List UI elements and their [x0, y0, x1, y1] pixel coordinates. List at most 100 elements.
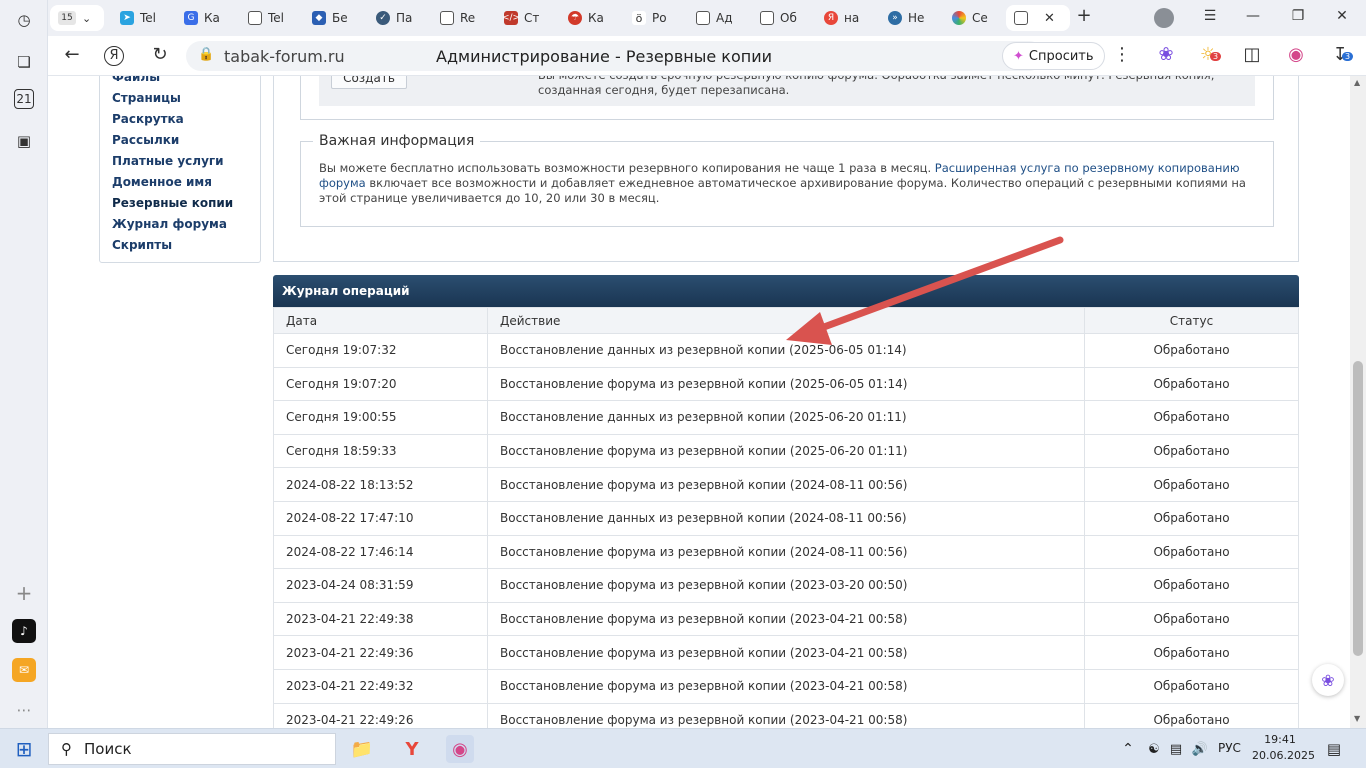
kaleidoscope-icon: G: [184, 11, 198, 25]
create-fieldset: Создать Вы можете создать срочную резерв…: [300, 76, 1274, 120]
page-icon: [440, 11, 454, 25]
ask-button[interactable]: ✦ Спросить: [1002, 42, 1105, 70]
row-status: Обработано: [1084, 433, 1299, 469]
close-window-icon[interactable]: ✕: [1330, 8, 1354, 24]
color-wheel-icon: [952, 11, 966, 25]
tab-8[interactable]: ☂ Ка: [560, 5, 622, 31]
column-action: Действие: [487, 307, 1085, 334]
collections-icon[interactable]: ❏: [12, 50, 36, 74]
menu-icon[interactable]: ☰: [1198, 8, 1222, 24]
tab-14[interactable]: Се: [944, 5, 1006, 31]
drop-app-icon[interactable]: ◉: [446, 735, 474, 763]
page-content: Файлы Страницы Раскрутка Рассылки Платны…: [48, 76, 1350, 728]
row-date: 2024-08-22 18:13:52: [273, 467, 488, 502]
mail-icon[interactable]: ✉: [12, 658, 36, 682]
umbrella-icon: ☂: [568, 11, 582, 25]
table-row: 2024-08-22 17:47:10 Восстановление данных…: [273, 500, 1299, 536]
calendar-icon[interactable]: 21: [14, 89, 34, 109]
create-backup-button[interactable]: Создать: [331, 76, 407, 89]
extensions-icon[interactable]: ◫: [1240, 44, 1264, 65]
brain-extension-icon[interactable]: ❀: [1154, 44, 1178, 65]
tab-11[interactable]: Об: [752, 5, 814, 31]
download-icon[interactable]: ↧ 3: [1328, 44, 1354, 65]
tab-9[interactable]: ö Ро: [624, 5, 686, 31]
important-info-legend: Важная информация: [313, 133, 481, 149]
tab-2[interactable]: G Ка: [176, 5, 238, 31]
floating-assistant-icon[interactable]: ❀: [1312, 664, 1344, 696]
row-action: Восстановление данных из резервной копии…: [487, 333, 1085, 368]
profile-avatar-icon[interactable]: [1154, 8, 1174, 28]
row-status: Обработано: [1084, 366, 1299, 402]
notifications-icon[interactable]: ▤: [1320, 735, 1348, 763]
log-title: Журнал операций: [273, 275, 1299, 307]
taskbar-search[interactable]: ⚲ Поиск: [48, 733, 336, 765]
back-arrow-icon[interactable]: ←: [60, 44, 84, 65]
sidebar-item-mailings[interactable]: Рассылки: [112, 133, 179, 147]
tab-4[interactable]: ◆ Бе: [304, 5, 366, 31]
scroll-down-icon[interactable]: ▼: [1354, 714, 1360, 723]
tab-label: Ро: [652, 11, 667, 25]
row-action: Восстановление форума из резервной копии…: [487, 433, 1085, 469]
yandex-home-icon[interactable]: Я: [104, 46, 124, 66]
tab-13[interactable]: » Не: [880, 5, 942, 31]
tiktok-icon[interactable]: ♪: [12, 619, 36, 643]
tab-3[interactable]: Tel: [240, 5, 302, 31]
new-tab-icon[interactable]: +: [1072, 5, 1096, 26]
page-scrollbar[interactable]: ▲ ▼: [1350, 76, 1366, 728]
taskbar-clock[interactable]: 19:41 20.06.2025: [1252, 732, 1315, 764]
more-icon[interactable]: ⋯: [12, 698, 36, 722]
sidebar-item-backups[interactable]: Резервные копии: [112, 196, 233, 210]
url-text: tabak-forum.ru: [224, 47, 345, 66]
row-action: Восстановление форума из резервной копии…: [487, 601, 1085, 637]
tab-6[interactable]: Re: [432, 5, 494, 31]
minimize-icon[interactable]: —: [1241, 8, 1265, 24]
tab-12[interactable]: Яна: [816, 5, 878, 31]
column-date: Дата: [273, 307, 488, 334]
reload-icon[interactable]: ↻: [148, 44, 172, 65]
close-tab-icon[interactable]: ✕: [1044, 11, 1055, 26]
row-date: 2023-04-21 22:49:36: [273, 635, 488, 670]
alice-icon: ✦: [1013, 48, 1024, 64]
tab-label: Ад: [716, 11, 733, 25]
sidebar-item-paid-services[interactable]: Платные услуги: [112, 154, 224, 168]
yandex-icon: Я: [824, 11, 838, 25]
address-bar[interactable]: 🔒 tabak-forum.ru Администрирование - Рез…: [186, 41, 1044, 71]
sidebar-item-forum-log[interactable]: Журнал форума: [112, 217, 227, 231]
table-row: Сегодня 19:07:20 Восстановление форума из…: [273, 366, 1299, 402]
scroll-up-icon[interactable]: ▲: [1354, 78, 1360, 87]
volume-icon[interactable]: 🔊: [1186, 735, 1214, 763]
row-action: Восстановление форума из резервной копии…: [487, 635, 1085, 670]
row-action: Восстановление форума из резервной копии…: [487, 366, 1085, 402]
sidebar-item-promotion[interactable]: Раскрутка: [112, 112, 184, 126]
log-table: Дата Действие Статус Сегодня 19:07:32 Вос…: [273, 307, 1299, 728]
important-info-fieldset: Важная информация Вы можете бесплатно ис…: [300, 133, 1274, 227]
yandex-browser-icon[interactable]: Y: [398, 735, 426, 763]
drop-extension-icon[interactable]: ◉: [1284, 44, 1308, 65]
more-vert-icon[interactable]: ⋮: [1110, 44, 1134, 65]
history-icon[interactable]: ◷: [12, 8, 36, 32]
info-text-part: включает все возможности и добавляет еже…: [319, 176, 1246, 205]
restore-icon[interactable]: ❐: [1286, 8, 1310, 24]
add-panel-icon[interactable]: +: [12, 581, 36, 605]
sidebar-item-pages[interactable]: Страницы: [112, 91, 181, 105]
language-indicator[interactable]: РУС: [1218, 741, 1241, 755]
tab-5[interactable]: ✓ Па: [368, 5, 430, 31]
scrollbar-thumb[interactable]: [1353, 361, 1363, 656]
tab-10[interactable]: Ад: [688, 5, 750, 31]
row-status: Обработано: [1084, 635, 1299, 670]
sidebar-item-files[interactable]: Файлы: [112, 76, 160, 84]
sidebar-item-domain[interactable]: Доменное имя: [112, 175, 212, 189]
tab-counter[interactable]: 15 ⌄: [50, 5, 104, 31]
row-action: Восстановление форума из резервной копии…: [487, 702, 1085, 728]
tab-active[interactable]: ✕: [1006, 5, 1070, 31]
tab-1[interactable]: ➤ Tel: [112, 5, 174, 31]
sidebar-item-scripts[interactable]: Скрипты: [112, 238, 172, 252]
screenshot-icon[interactable]: ▣: [12, 129, 36, 153]
chevron-up-icon[interactable]: ⌃: [1114, 735, 1142, 763]
windows-start-icon[interactable]: ⊞: [10, 735, 38, 763]
file-explorer-icon[interactable]: 📁: [348, 735, 376, 763]
tab-label: Re: [460, 11, 476, 25]
lightbulb-icon[interactable]: ☼ 3: [1196, 44, 1222, 65]
tab-label: Бе: [332, 11, 348, 25]
tab-7[interactable]: </> Ст: [496, 5, 558, 31]
